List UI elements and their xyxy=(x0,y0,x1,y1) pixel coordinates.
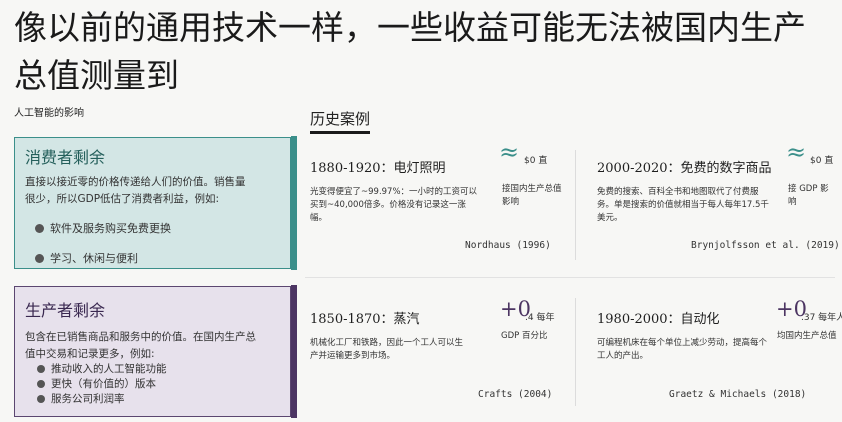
history-heading: 历史案例 xyxy=(310,108,371,134)
case-body: 光变得便宜了~99.97%：一小时的工资可以买到~40,000倍多。价格没有记录… xyxy=(310,187,478,223)
list-item: 服务公司利润率 xyxy=(37,391,125,406)
bullet-icon xyxy=(35,253,44,263)
impact-value: .37 每年人 xyxy=(801,313,842,323)
impact-note: 接国内生产总值影响 xyxy=(502,184,562,207)
list-item: 软件及服务购买免费更换 xyxy=(35,220,171,236)
impact-label: 人工智能的影响 xyxy=(14,108,84,119)
producer-surplus-box: 生产者剩余 包含在已销售商品和服务中的价值。在国内生产总值中交易和记录更多，例如… xyxy=(14,285,297,418)
case-body: 免费的搜索、百科全书和地图取代了付费服务。单是搜索的价值就相当于每人每年17.5… xyxy=(597,187,769,223)
consumer-surplus-box: 消费者剩余 直接以接近零的价格传递给人们的价值。销售量很少，所以GDP低估了消费… xyxy=(14,136,297,270)
impact-value: $0 直 xyxy=(810,156,834,166)
citation: Crafts (2004) xyxy=(478,389,553,400)
consumer-surplus-title: 消费者剩余 xyxy=(25,148,106,167)
list-item: 推动收入的人工智能功能 xyxy=(37,361,167,376)
list-item: 学习、休闲与便利 xyxy=(35,250,138,266)
impact-value: $0 直 xyxy=(524,156,548,166)
case-body: 机械化工厂和铁路，因此一个工人可以生产并运输更多到市场。 xyxy=(310,338,464,361)
approx-icon: ≈ xyxy=(786,138,807,166)
bullet-icon xyxy=(37,364,45,373)
producer-surplus-desc: 包含在已销售商品和服务中的价值。在国内生产总值中交易和记录更多，例如: xyxy=(25,331,256,360)
bullet-text: 学习、休闲与便利 xyxy=(50,252,138,265)
producer-accent-bar xyxy=(291,285,297,418)
row-divider xyxy=(305,277,835,278)
case-title: 1850-1870：蒸汽 xyxy=(310,312,420,327)
case-body: 可编程机床在每个单位上减少劳动，提高每个工人的产出。 xyxy=(597,338,768,361)
consumer-accent-bar xyxy=(291,136,297,270)
bullet-icon xyxy=(37,379,45,388)
bullet-text: 推动收入的人工智能功能 xyxy=(51,363,167,375)
citation: Nordhaus (1996) xyxy=(465,240,551,251)
case-title: 1880-1920：电灯照明 xyxy=(310,161,446,176)
impact-value: .4 每年 xyxy=(525,313,555,323)
bullet-icon xyxy=(35,223,44,233)
page-title: 像以前的通用技术一样，一些收益可能无法被国内生产总值测量到 xyxy=(14,8,806,95)
citation: Brynjolfsson et al. (2019) xyxy=(691,240,840,251)
bullet-text: 服务公司利润率 xyxy=(51,393,125,405)
impact-note: 均国内生产总值 xyxy=(777,331,837,341)
producer-surplus-title: 生产者剩余 xyxy=(25,301,106,320)
impact-note: 接 GDP 影响 xyxy=(788,184,829,207)
bullet-text: 软件及服务购买免费更换 xyxy=(50,222,171,235)
case-title: 2000-2020：免费的数字商品 xyxy=(597,161,772,176)
list-item: 更快（有价值的）版本 xyxy=(37,376,156,391)
bullet-icon xyxy=(37,394,45,403)
impact-note: GDP 百分比 xyxy=(501,331,548,341)
column-divider xyxy=(575,298,576,406)
column-divider xyxy=(575,150,576,260)
citation: Graetz & Michaels (2018) xyxy=(669,389,807,400)
bullet-text: 更快（有价值的）版本 xyxy=(51,378,156,390)
consumer-surplus-desc: 直接以接近零的价格传递给人们的价值。销售量很少，所以GDP低估了消费者利益，例如… xyxy=(25,176,246,205)
case-title: 1980-2000：自动化 xyxy=(597,312,720,327)
approx-icon: ≈ xyxy=(499,138,520,166)
